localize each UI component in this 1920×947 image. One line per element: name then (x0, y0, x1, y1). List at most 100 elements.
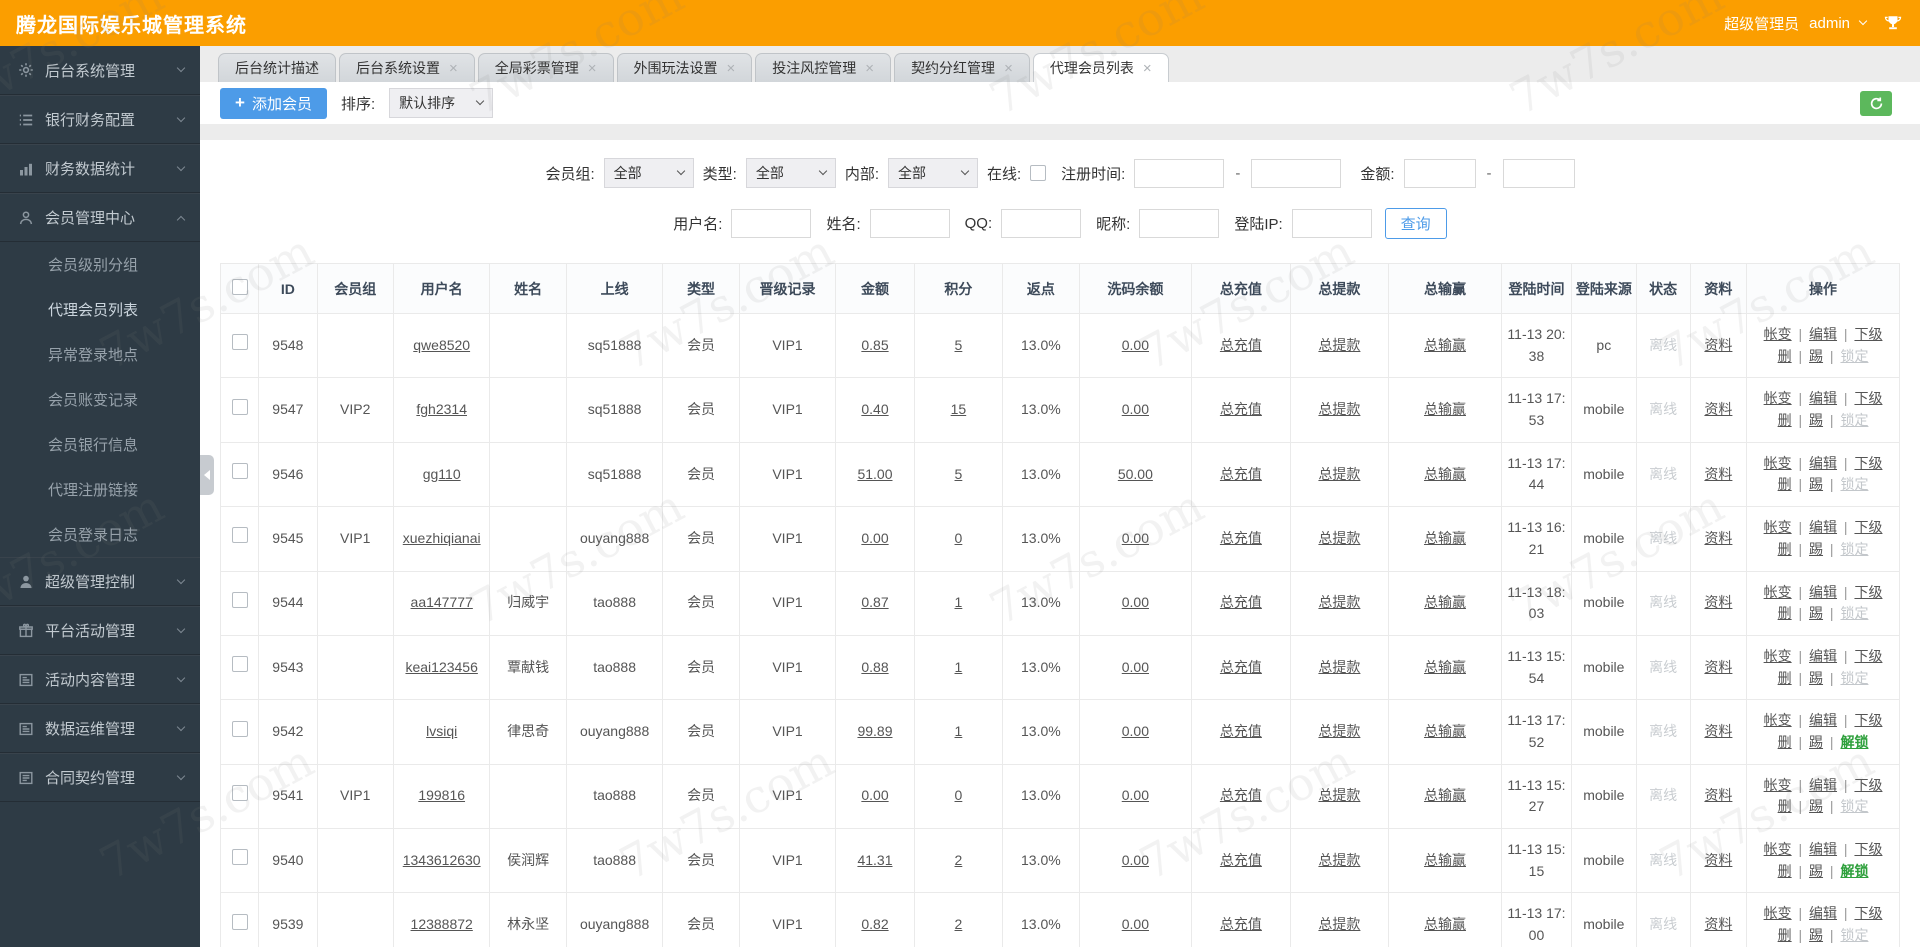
op-account-change-link[interactable]: 帐变 (1764, 841, 1792, 857)
total-recharge-link[interactable]: 总充值 (1220, 337, 1262, 353)
op-delete-link[interactable]: 删 (1778, 798, 1792, 814)
add-member-button[interactable]: + 添加会员 (220, 87, 327, 119)
total-withdraw-link[interactable]: 总提款 (1318, 594, 1360, 610)
op-subordinate-link[interactable]: 下级 (1854, 584, 1882, 600)
points-link[interactable]: 1 (955, 723, 963, 739)
op-lock-link[interactable]: 锁定 (1840, 348, 1868, 364)
username-link[interactable]: 1343612630 (403, 852, 481, 868)
total-withdraw-link[interactable]: 总提款 (1318, 916, 1360, 932)
points-link[interactable]: 15 (951, 401, 967, 417)
op-account-change-link[interactable]: 帐变 (1764, 777, 1792, 793)
trophy-icon[interactable] (1884, 14, 1902, 32)
username-link[interactable]: qwe8520 (413, 337, 470, 353)
total-winlose-link[interactable]: 总输赢 (1424, 852, 1466, 868)
points-link[interactable]: 2 (955, 852, 963, 868)
total-recharge-link[interactable]: 总充值 (1220, 466, 1262, 482)
op-delete-link[interactable]: 删 (1778, 734, 1792, 750)
sort-select[interactable]: 默认排序 (389, 88, 494, 118)
op-edit-link[interactable]: 编辑 (1809, 712, 1837, 728)
points-link[interactable]: 1 (955, 659, 963, 675)
wash-balance-link[interactable]: 0.00 (1122, 916, 1149, 932)
op-kick-link[interactable]: 踢 (1809, 927, 1823, 943)
op-subordinate-link[interactable]: 下级 (1854, 455, 1882, 471)
total-withdraw-link[interactable]: 总提款 (1318, 659, 1360, 675)
op-subordinate-link[interactable]: 下级 (1854, 326, 1882, 342)
total-recharge-link[interactable]: 总充值 (1220, 659, 1262, 675)
op-edit-link[interactable]: 编辑 (1809, 777, 1837, 793)
sidebar-collapse-handle[interactable] (200, 455, 214, 495)
search-button[interactable]: 查询 (1384, 208, 1447, 239)
amount-min-input[interactable] (1403, 158, 1476, 188)
tab-后台统计描述[interactable]: 后台统计描述 (218, 53, 336, 82)
op-delete-link[interactable]: 删 (1778, 541, 1792, 557)
op-subordinate-link[interactable]: 下级 (1854, 905, 1882, 921)
points-link[interactable]: 0 (955, 787, 963, 803)
row-checkbox[interactable] (231, 398, 248, 415)
op-account-change-link[interactable]: 帐变 (1764, 455, 1792, 471)
op-kick-link[interactable]: 踢 (1809, 734, 1823, 750)
total-withdraw-link[interactable]: 总提款 (1318, 401, 1360, 417)
wash-balance-link[interactable]: 50.00 (1118, 466, 1153, 482)
profile-link[interactable]: 资料 (1704, 530, 1732, 546)
op-account-change-link[interactable]: 帐变 (1764, 519, 1792, 535)
profile-link[interactable]: 资料 (1704, 466, 1732, 482)
amount-link[interactable]: 0.82 (861, 916, 888, 932)
op-edit-link[interactable]: 编辑 (1809, 390, 1837, 406)
topbar-user-area[interactable]: 超级管理员 admin (1724, 0, 1902, 46)
op-subordinate-link[interactable]: 下级 (1854, 519, 1882, 535)
username-link[interactable]: aa147777 (411, 594, 473, 610)
amount-link[interactable]: 0.00 (861, 530, 888, 546)
amount-link[interactable]: 41.31 (857, 852, 892, 868)
regtime-start-input[interactable] (1134, 158, 1225, 188)
sidebar-subitem-会员银行信息[interactable]: 会员银行信息 (0, 422, 200, 467)
total-recharge-link[interactable]: 总充值 (1220, 787, 1262, 803)
sidebar-item-财务数据统计[interactable]: 财务数据统计 (0, 144, 200, 193)
profile-link[interactable]: 资料 (1704, 916, 1732, 932)
username-link[interactable]: 12388872 (411, 916, 473, 932)
profile-link[interactable]: 资料 (1704, 401, 1732, 417)
username-link[interactable]: keai123456 (405, 659, 477, 675)
sidebar-subitem-会员账变记录[interactable]: 会员账变记录 (0, 377, 200, 422)
tab-契约分红管理[interactable]: 契约分红管理 × (894, 53, 1030, 82)
op-lock-link[interactable]: 锁定 (1840, 798, 1868, 814)
op-delete-link[interactable]: 删 (1778, 670, 1792, 686)
regtime-end-input[interactable] (1251, 158, 1342, 188)
op-lock-link[interactable]: 锁定 (1840, 605, 1868, 621)
op-edit-link[interactable]: 编辑 (1809, 648, 1837, 664)
close-icon[interactable]: × (865, 61, 874, 76)
row-checkbox[interactable] (231, 913, 248, 930)
total-withdraw-link[interactable]: 总提款 (1318, 466, 1360, 482)
profile-link[interactable]: 资料 (1704, 337, 1732, 353)
amount-link[interactable]: 0.88 (861, 659, 888, 675)
qq-input[interactable] (1001, 209, 1082, 238)
chevron-down-icon[interactable] (1858, 16, 1868, 26)
total-recharge-link[interactable]: 总充值 (1220, 916, 1262, 932)
op-kick-link[interactable]: 踢 (1809, 476, 1823, 492)
total-recharge-link[interactable]: 总充值 (1220, 401, 1262, 417)
op-edit-link[interactable]: 编辑 (1809, 584, 1837, 600)
points-link[interactable]: 0 (955, 530, 963, 546)
sidebar-item-后台系统管理[interactable]: 后台系统管理 (0, 46, 200, 95)
sidebar-subitem-会员级别分组[interactable]: 会员级别分组 (0, 242, 200, 287)
close-icon[interactable]: × (1004, 61, 1013, 76)
wash-balance-link[interactable]: 0.00 (1122, 594, 1149, 610)
op-account-change-link[interactable]: 帐变 (1764, 390, 1792, 406)
op-account-change-link[interactable]: 帐变 (1764, 584, 1792, 600)
select-all-checkbox[interactable] (231, 279, 248, 295)
sidebar-item-平台活动管理[interactable]: 平台活动管理 (0, 606, 200, 655)
op-delete-link[interactable]: 删 (1778, 863, 1792, 879)
wash-balance-link[interactable]: 0.00 (1122, 723, 1149, 739)
total-recharge-link[interactable]: 总充值 (1220, 723, 1262, 739)
username-link[interactable]: lvsiqi (426, 723, 457, 739)
total-recharge-link[interactable]: 总充值 (1220, 594, 1262, 610)
amount-link[interactable]: 0.87 (861, 594, 888, 610)
total-withdraw-link[interactable]: 总提款 (1318, 787, 1360, 803)
username-input[interactable] (731, 209, 812, 238)
op-account-change-link[interactable]: 帐变 (1764, 905, 1792, 921)
row-checkbox[interactable] (231, 527, 248, 544)
row-checkbox[interactable] (231, 463, 248, 480)
op-kick-link[interactable]: 踢 (1809, 670, 1823, 686)
op-kick-link[interactable]: 踢 (1809, 348, 1823, 364)
sidebar-item-合同契约管理[interactable]: 合同契约管理 (0, 753, 200, 802)
profile-link[interactable]: 资料 (1704, 852, 1732, 868)
